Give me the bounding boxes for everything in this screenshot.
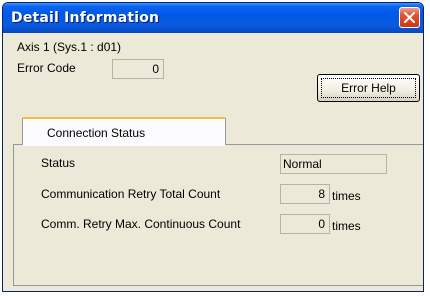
error-code-field: 0	[112, 59, 164, 79]
window-title: Detail Information	[11, 10, 160, 26]
axis-label: Axis 1 (Sys.1 : d01)	[17, 40, 122, 54]
connection-status-panel: Status Normal Communication Retry Total …	[13, 144, 423, 286]
tab-connection-status[interactable]: Connection Status	[22, 117, 226, 145]
retry-total-label: Communication Retry Total Count	[41, 187, 221, 201]
tab-connection-status-label: Connection Status	[47, 126, 146, 140]
retry-max-unit: times	[332, 219, 361, 233]
retry-total-field: 8	[280, 184, 330, 204]
error-help-label: Error Help	[341, 81, 396, 95]
error-help-button[interactable]: Error Help	[317, 74, 420, 102]
retry-max-field: 0	[280, 214, 330, 234]
detail-information-dialog: Detail Information Axis 1 (Sys.1 : d01) …	[2, 2, 424, 292]
tab-divider-mask	[23, 143, 225, 146]
close-icon	[404, 12, 415, 23]
close-button[interactable]	[399, 7, 420, 28]
error-code-label: Error Code	[17, 61, 76, 75]
status-field: Normal	[280, 154, 387, 174]
retry-total-unit: times	[332, 189, 361, 203]
status-label: Status	[41, 156, 76, 170]
title-bar[interactable]: Detail Information	[3, 3, 423, 33]
retry-max-label: Comm. Retry Max. Continuous Count	[41, 217, 241, 231]
